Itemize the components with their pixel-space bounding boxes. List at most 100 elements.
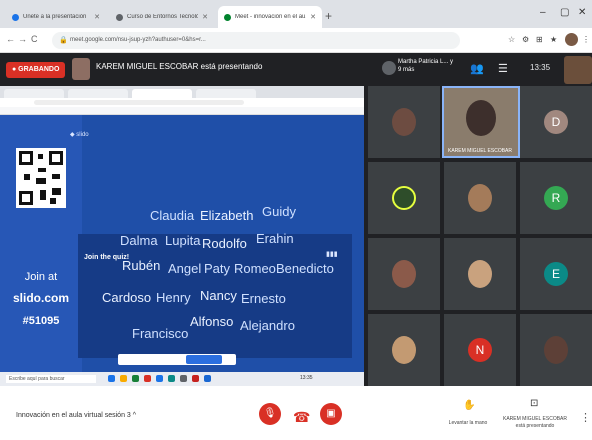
url-field[interactable]: 🔒 meet.google.com/nsu-jsup-yzh?authuser=… xyxy=(52,32,460,49)
camera-off-button[interactable]: ▣ xyxy=(320,403,342,425)
shared-screen: Join at slido.com #51095 Join the quiz! … xyxy=(0,86,364,386)
participant-tile[interactable]: D xyxy=(520,86,592,158)
participant-tile[interactable] xyxy=(368,238,440,310)
slido-logo: ◆ slido xyxy=(70,132,89,138)
participant-avatar xyxy=(382,61,396,75)
word-cloud-name: Henry xyxy=(156,290,191,305)
word-cloud-name: Ernesto xyxy=(241,291,286,306)
tab-label: Curso de Entornos Tecnológicos xyxy=(127,14,199,20)
slido-join-input xyxy=(118,354,236,365)
tab-label: Meet - innovación en el au... xyxy=(235,14,307,20)
tab-favicon-icon xyxy=(12,13,19,21)
presenter-title: KAREM MIGUEL ESCOBAR está presentando xyxy=(96,62,263,71)
participant-tile[interactable] xyxy=(444,238,516,310)
meeting-name[interactable]: Innovación en el aula virtual sesión 3 ^ xyxy=(16,412,136,419)
browser-tab-bar: Unete a la presentación ✕ Curso de Entor… xyxy=(0,0,592,28)
participant-tile[interactable]: E xyxy=(520,238,592,310)
word-cloud-name: Elizabeth xyxy=(200,208,254,223)
word-cloud-name: Alfonso xyxy=(190,314,234,329)
browser-tab-1[interactable]: Unete a la presentación ✕ xyxy=(6,6,106,28)
meet-window: { "browser": { "tabs": [ {"label": "Unet… xyxy=(0,0,592,440)
participant-tile[interactable] xyxy=(520,314,592,386)
participant-tile[interactable] xyxy=(368,86,440,158)
word-cloud-name: Cardoso xyxy=(102,290,152,305)
participant-initial: E xyxy=(544,262,568,286)
new-tab-button[interactable]: + xyxy=(325,9,332,23)
card-options-icon: ▮▮▮ xyxy=(326,251,338,258)
meet-controls-bar: Innovación en el aula virtual sesión 3 ^… xyxy=(0,386,592,440)
hangup-icon: ☎ xyxy=(293,409,311,425)
present-icon[interactable]: ⊡ xyxy=(530,398,538,409)
people-icon[interactable]: 👥 xyxy=(470,62,484,75)
word-cloud-name: Benedicto xyxy=(276,261,334,276)
presenting-label[interactable]: KAREM MIGUEL ESCOBAR está presentando xyxy=(498,416,572,430)
meet-favicon-icon xyxy=(224,13,231,21)
speaker-caption: KAREM MIGUEL ESCOBAR xyxy=(448,148,512,154)
word-cloud-name: Francisco xyxy=(132,326,189,341)
word-cloud-name: Dalma xyxy=(120,233,158,248)
close-tab-icon[interactable]: ✕ xyxy=(94,13,100,21)
participant-summary[interactable]: Martha Patricia L... y 9 más xyxy=(398,58,458,74)
close-window-button[interactable]: ✕ xyxy=(578,7,586,18)
self-view-thumbnail[interactable] xyxy=(564,56,592,84)
forward-button[interactable]: → xyxy=(18,34,27,44)
word-cloud-name: Romeo xyxy=(234,261,276,276)
hang-up-button[interactable]: ☎ xyxy=(293,409,310,426)
lock-icon: 🔒 xyxy=(59,37,68,44)
maximize-button[interactable]: ▢ xyxy=(560,7,569,18)
extension-icon[interactable]: ⚙ xyxy=(522,35,529,44)
word-cloud-name: Nancy xyxy=(200,288,237,303)
participant-avatar xyxy=(392,336,416,364)
participant-initial: D xyxy=(544,110,568,134)
shared-taskbar: Escribe aquí para buscar 13:35 xyxy=(0,372,364,386)
word-cloud-name: Claudia xyxy=(150,208,195,223)
participant-initial: N xyxy=(468,338,492,362)
close-tab-icon[interactable]: ✕ xyxy=(202,13,208,21)
event-code: #51095 xyxy=(22,315,60,327)
shared-browser-tabs xyxy=(0,86,364,98)
raise-hand-icon[interactable]: ✋ xyxy=(463,400,475,411)
close-tab-icon[interactable]: ✕ xyxy=(310,13,316,21)
mic-off-button[interactable]: 🎙 xyxy=(259,403,281,425)
browser-tab-2[interactable]: Curso de Entornos Tecnológicos ✕ xyxy=(110,6,214,28)
word-cloud-name: Rodolfo xyxy=(202,236,247,251)
participant-initial: R xyxy=(544,186,568,210)
reload-button[interactable]: C xyxy=(31,34,38,44)
slido-site: slido.com xyxy=(12,291,69,305)
participant-avatar xyxy=(468,184,492,212)
word-cloud-name: Angel xyxy=(168,261,202,276)
word-cloud-name: Rubén xyxy=(122,258,161,273)
participant-tile[interactable]: N xyxy=(444,314,516,386)
taskbar-clock: 13:35 xyxy=(300,375,313,381)
grid-icon[interactable]: ⊞ xyxy=(536,35,543,44)
camera-icon: ▣ xyxy=(326,408,336,419)
bookmark-icon[interactable]: ★ xyxy=(550,35,557,44)
qr-code xyxy=(16,148,66,208)
participant-tile[interactable] xyxy=(444,162,516,234)
participant-tile[interactable] xyxy=(368,314,440,386)
back-button[interactable]: ← xyxy=(6,34,15,44)
minimize-button[interactable]: – xyxy=(540,7,546,18)
participant-avatar xyxy=(392,108,416,136)
taskbar-search: Escribe aquí para buscar xyxy=(6,375,96,383)
url-text: meet.google.com/nsu-jsup-yzh?authuser=0&… xyxy=(70,37,206,43)
participant-tile[interactable]: R xyxy=(520,162,592,234)
more-options-icon[interactable]: ⋮ xyxy=(580,411,591,424)
raise-hand-label[interactable]: Levantar la mano xyxy=(440,420,496,427)
speaker-video xyxy=(466,100,496,136)
mic-icon: 🎙 xyxy=(263,408,277,419)
recording-badge: ● GRABANDO xyxy=(6,62,66,78)
word-cloud-name: Alejandro xyxy=(240,318,295,333)
star-icon[interactable]: ☆ xyxy=(508,35,515,44)
shared-address-bar xyxy=(0,98,364,107)
profile-avatar[interactable] xyxy=(565,33,578,46)
browser-menu-icon[interactable]: ⋮ xyxy=(582,35,590,44)
chat-icon[interactable]: ☰ xyxy=(498,62,508,75)
browser-tab-active[interactable]: Meet - innovación en el au... ✕ xyxy=(218,6,322,28)
active-speaker-tile[interactable]: KAREM MIGUEL ESCOBAR xyxy=(442,86,520,158)
participant-tile[interactable] xyxy=(368,162,440,234)
tab-favicon-icon xyxy=(116,13,123,21)
tab-label: Unete a la presentación xyxy=(23,14,87,20)
word-cloud-name: Paty xyxy=(204,261,231,276)
presenter-avatar xyxy=(72,58,90,80)
